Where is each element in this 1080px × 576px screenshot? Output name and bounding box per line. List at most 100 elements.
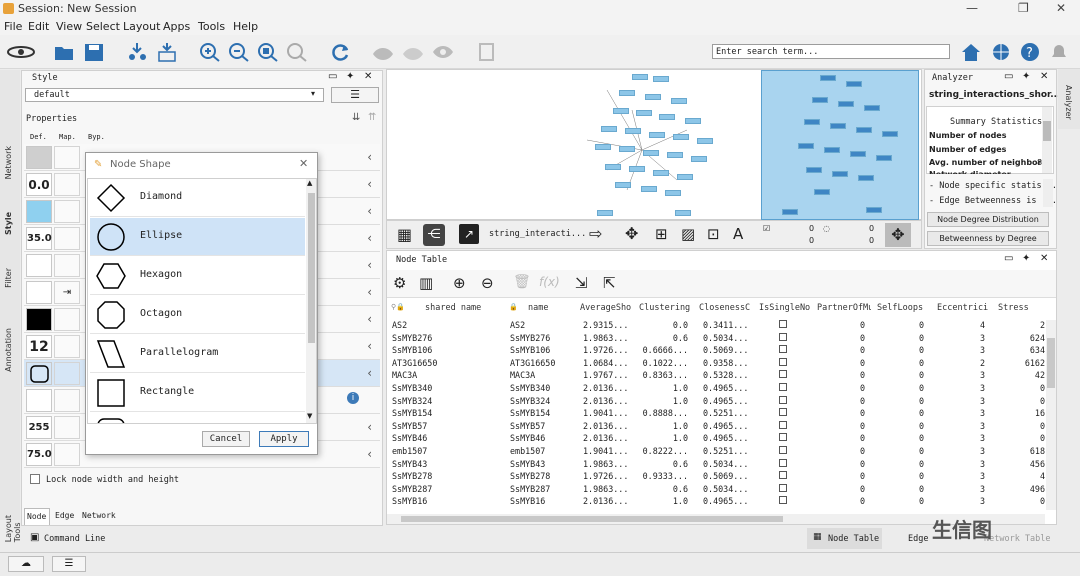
cell-shared-name[interactable]: SsMYB324 <box>392 396 432 406</box>
default-shape[interactable] <box>26 362 52 385</box>
scroll-thumb[interactable] <box>308 193 315 343</box>
restore-icon[interactable]: ❐ <box>1018 1 1029 15</box>
function-builder-icon[interactable]: f(x) <box>539 275 560 289</box>
cell-stress[interactable]: 496 <box>1030 484 1045 494</box>
menu-layout[interactable]: Layout <box>123 20 160 33</box>
cell-shared-name[interactable]: AS2 <box>392 320 407 330</box>
table-row[interactable]: emb1507 emb1507 1.9041... 0.8222... 0.5251..… <box>388 445 1045 458</box>
is-single-node-checkbox[interactable] <box>779 483 787 492</box>
tab-edge[interactable]: Edge <box>55 511 74 520</box>
cell-clustering[interactable]: 0.0 <box>673 320 688 330</box>
export-table-icon[interactable]: ⇱ <box>603 274 616 292</box>
cell-eccentricity[interactable]: 3 <box>980 496 985 506</box>
cloud-icon[interactable]: ☁ <box>8 556 44 572</box>
mapping-cell[interactable] <box>54 416 80 439</box>
command-line-tab[interactable]: Command Line <box>44 534 105 544</box>
cell-self-loops[interactable]: 0 <box>919 396 924 406</box>
mapping-cell[interactable] <box>54 173 80 196</box>
shape-list-scrollbar[interactable]: ▲ ▼ <box>306 179 316 423</box>
cell-shared-name[interactable]: SsMYB340 <box>392 383 432 393</box>
panel-float-icon[interactable]: ▭ <box>328 71 337 82</box>
add-column-icon[interactable]: ⊕ <box>453 274 466 292</box>
cell-partner[interactable]: 0 <box>860 421 865 431</box>
col-self-loops[interactable]: SelfLoops <box>877 303 923 313</box>
default-node-color-swatch[interactable] <box>26 200 52 223</box>
cell-self-loops[interactable]: 0 <box>919 471 924 481</box>
cell-self-loops[interactable]: 0 <box>919 421 924 431</box>
menu-apps[interactable]: Apps <box>163 20 190 33</box>
cell-shared-name[interactable]: SsMYB287 <box>392 484 432 494</box>
cell-partner[interactable]: 0 <box>860 370 865 380</box>
table-row[interactable]: SsMYB340 SsMYB340 2.0136... 1.0 0.4965... 0 0 3… <box>388 382 1045 395</box>
network-table-tab[interactable]: Network Table <box>984 534 1051 544</box>
col-average-shortest[interactable]: AverageSho <box>580 303 634 313</box>
cell-partner[interactable]: 0 <box>860 358 865 368</box>
cell-self-loops[interactable]: 0 <box>919 484 924 494</box>
cell-clustering[interactable]: 0.1022... <box>643 358 688 368</box>
chevron-left-icon[interactable]: ‹ <box>367 177 372 191</box>
open-in-view-icon[interactable]: ↗ <box>459 224 479 244</box>
default-width[interactable]: 75.0 <box>26 443 52 466</box>
default-label-position[interactable] <box>26 281 52 304</box>
col-is-single-node[interactable]: IsSingleNo <box>759 303 811 313</box>
cell-partner[interactable]: 0 <box>860 459 865 469</box>
cell-name[interactable]: SsMYB106 <box>510 345 550 355</box>
chevron-left-icon[interactable]: ‹ <box>367 258 372 272</box>
cell-average-shortest[interactable]: 1.9863... <box>583 484 628 494</box>
cell-closeness[interactable]: 0.5251... <box>703 446 748 456</box>
chevron-left-icon[interactable]: ‹ <box>367 447 372 461</box>
cell-average-shortest[interactable]: 2.0136... <box>583 433 628 443</box>
task-list-icon[interactable]: ☰ <box>52 556 86 572</box>
cell-clustering[interactable]: 1.0 <box>673 433 688 443</box>
cell-eccentricity[interactable]: 3 <box>980 396 985 406</box>
export-network-icon[interactable]: ⇨ <box>589 224 602 243</box>
is-single-node-checkbox[interactable] <box>779 471 787 480</box>
cell-average-shortest[interactable]: 1.9041... <box>583 446 628 456</box>
select-edges-icon[interactable]: ▨ <box>681 225 695 243</box>
cell-closeness[interactable]: 0.3411... <box>703 320 748 330</box>
default-height[interactable]: 35.0 <box>26 227 52 250</box>
cell-eccentricity[interactable]: 4 <box>980 320 985 330</box>
mapping-cell[interactable] <box>54 389 80 412</box>
cell-closeness[interactable]: 0.4965... <box>703 496 748 506</box>
tab-node[interactable]: Node <box>24 508 50 525</box>
cell-name[interactable]: SsMYB154 <box>510 408 550 418</box>
cell-average-shortest[interactable]: 2.0136... <box>583 421 628 431</box>
default-font-size[interactable]: 12 <box>26 335 52 358</box>
panel-float-icon[interactable]: ▭ <box>1004 253 1013 264</box>
save-icon[interactable] <box>83 42 105 62</box>
cell-clustering[interactable]: 0.8888... <box>643 408 688 418</box>
is-single-node-checkbox[interactable] <box>779 408 787 417</box>
cell-name[interactable]: AS2 <box>510 320 525 330</box>
cell-self-loops[interactable]: 0 <box>919 408 924 418</box>
zoom-in-icon[interactable] <box>199 42 221 62</box>
cell-stress[interactable]: 0 <box>1040 421 1045 431</box>
cell-shared-name[interactable]: SsMYB276 <box>392 333 432 343</box>
cell-eccentricity[interactable]: 3 <box>980 370 985 380</box>
col-partner-of-multi[interactable]: PartnerOfMu <box>817 303 871 313</box>
cell-closeness[interactable]: 0.5034... <box>703 333 748 343</box>
import-table-icon[interactable] <box>156 42 178 62</box>
zoom-selected-icon[interactable] <box>286 42 308 62</box>
is-single-node-checkbox[interactable] <box>779 420 787 429</box>
chevron-left-icon[interactable]: ‹ <box>367 312 372 326</box>
table-row[interactable]: SsMYB43 SsMYB43 1.9863... 0.6 0.5034... 0 0 3 45… <box>388 458 1045 471</box>
network-overview[interactable] <box>761 70 919 220</box>
default-border-width[interactable]: 0.0 <box>26 173 52 196</box>
col-closeness[interactable]: ClosenessC <box>699 303 753 313</box>
shape-list[interactable]: Diamond Ellipse Hexagon Octagon Parallel… <box>87 178 317 424</box>
summary-scrollbar[interactable] <box>1042 107 1052 173</box>
cell-shared-name[interactable]: SsMYB154 <box>392 408 432 418</box>
edge-table-tab[interactable]: Edge <box>908 534 928 544</box>
cell-partner[interactable]: 0 <box>860 383 865 393</box>
zoom-out-icon[interactable] <box>228 42 250 62</box>
hide-icon[interactable] <box>372 42 394 62</box>
cell-partner[interactable]: 0 <box>860 408 865 418</box>
table-row[interactable]: SsMYB324 SsMYB324 2.0136... 1.0 0.4965... 0 0 3… <box>388 395 1045 408</box>
cell-partner[interactable]: 0 <box>860 471 865 481</box>
show-icon[interactable] <box>402 42 424 62</box>
cell-clustering[interactable]: 0.6666... <box>643 345 688 355</box>
cell-partner[interactable]: 0 <box>860 333 865 343</box>
cell-shared-name[interactable]: emb1507 <box>392 446 427 456</box>
panel-pin-icon[interactable]: ✦ <box>1022 71 1030 82</box>
